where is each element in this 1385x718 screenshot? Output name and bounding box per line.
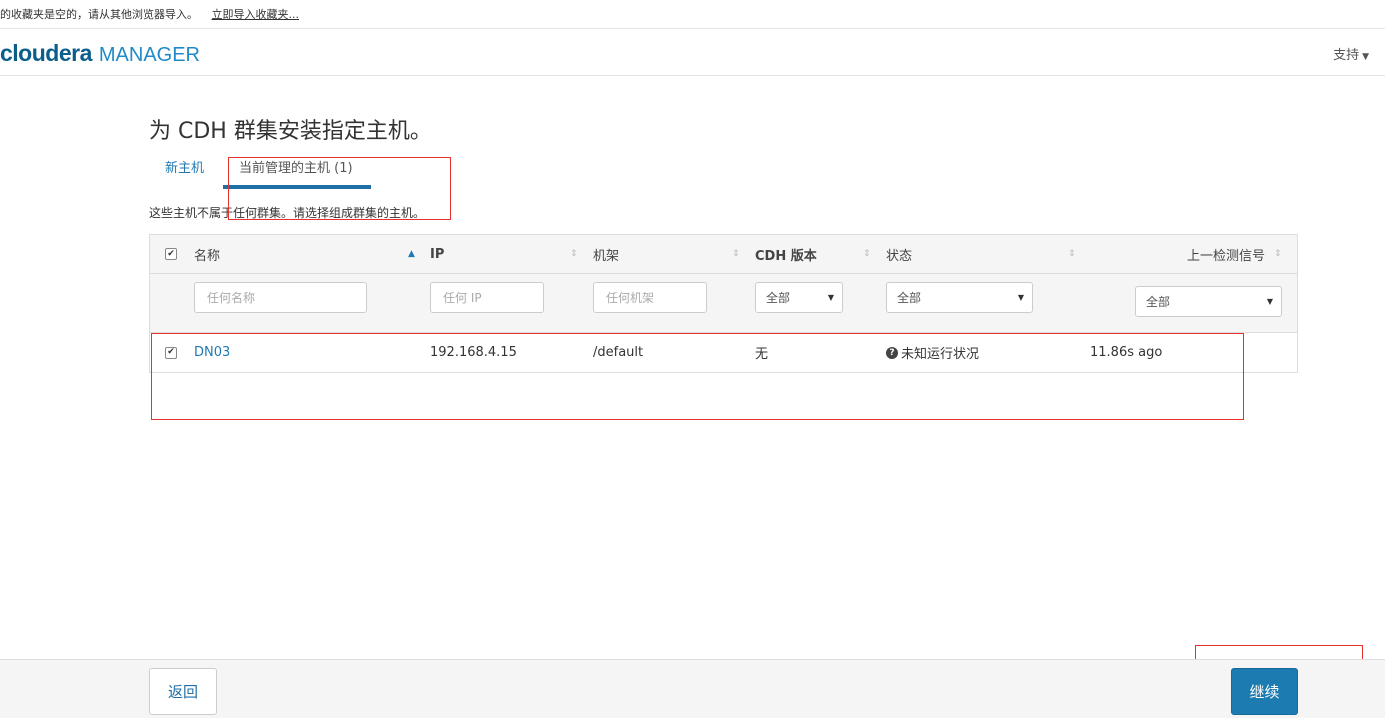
table-header: ✔ 名称 ▲ IP ⇕ 机架 ⇕ CDH 版本 ⇕ 状态 ⇕ 上一检测信号 ⇕	[150, 235, 1297, 274]
host-rack: /default	[593, 345, 644, 360]
host-ip: 192.168.4.15	[430, 345, 517, 360]
status-filter-value: 全部	[897, 291, 922, 305]
name-filter-input[interactable]: 任何名称	[194, 282, 367, 313]
row-select-cell: ✔	[165, 333, 177, 372]
last-heartbeat-filter-value: 全部	[1146, 295, 1171, 309]
host-cdh-version: 无	[755, 347, 769, 362]
support-label: 支持	[1333, 48, 1360, 63]
sort-icon[interactable]: ⇕	[863, 249, 871, 259]
host-status: ? 未知运行状况	[886, 333, 979, 372]
support-menu[interactable]: 支持 ▼	[1333, 44, 1369, 63]
cloudera-manager-logo[interactable]: cloudera MANAGER	[0, 40, 200, 68]
sort-icon[interactable]: ⇕	[1068, 249, 1076, 259]
hosts-table: ✔ 名称 ▲ IP ⇕ 机架 ⇕ CDH 版本 ⇕ 状态 ⇕ 上一检测信号 ⇕ …	[149, 234, 1298, 373]
app-header: cloudera MANAGER 支持 ▼	[0, 29, 1385, 76]
import-bookmarks-link[interactable]: 立即导入收藏夹...	[212, 8, 300, 21]
back-button[interactable]: 返回	[149, 668, 217, 715]
bookmark-empty-message: 的收藏夹是空的，请从其他浏览器导入。	[0, 8, 198, 21]
bookmark-bar: 的收藏夹是空的，请从其他浏览器导入。 立即导入收藏夹...	[0, 0, 1385, 29]
column-header-ip[interactable]: IP	[430, 235, 444, 273]
rack-filter-input[interactable]: 任何机架	[593, 282, 707, 313]
host-name-link[interactable]: DN03	[194, 333, 230, 372]
logo-manager-text: MANAGER	[98, 44, 200, 66]
caret-down-icon: ▼	[1362, 52, 1369, 62]
last-heartbeat-filter-select[interactable]: 全部 ▼	[1135, 286, 1282, 317]
dropdown-arrow-icon: ▼	[1017, 293, 1024, 302]
tab-new-hosts[interactable]: 新主机	[165, 156, 204, 182]
host-last-heartbeat: 11.86s ago	[1090, 345, 1163, 360]
page-title: 为 CDH 群集安装指定主机。	[149, 119, 432, 144]
column-header-name[interactable]: 名称	[194, 235, 220, 273]
select-all-cell: ✔	[165, 235, 177, 273]
row-checkbox[interactable]: ✔	[165, 346, 177, 359]
sort-asc-icon[interactable]: ▲	[408, 249, 415, 259]
sort-icon[interactable]: ⇕	[570, 249, 578, 259]
question-circle-icon: ?	[886, 346, 898, 359]
continue-button[interactable]: 继续	[1231, 668, 1298, 715]
logo-cloudera-text: cloudera	[0, 40, 92, 66]
status-filter-select[interactable]: 全部 ▼	[886, 282, 1033, 313]
hosts-description: 这些主机不属于任何群集。请选择组成群集的主机。	[149, 206, 426, 220]
ip-filter-input[interactable]: 任何 IP	[430, 282, 544, 313]
dropdown-arrow-icon: ▼	[1266, 297, 1273, 306]
column-header-status[interactable]: 状态	[886, 235, 912, 273]
cdh-version-filter-value: 全部	[766, 291, 791, 305]
tab-currently-managed-hosts[interactable]: 当前管理的主机 (1)	[223, 156, 371, 189]
table-filter-row: 任何名称 任何 IP 任何机架 全部 ▼ 全部 ▼ 全部 ▼	[150, 274, 1297, 333]
select-all-checkbox[interactable]: ✔	[165, 248, 177, 260]
column-header-cdh-version[interactable]: CDH 版本	[755, 235, 817, 273]
dropdown-arrow-icon: ▼	[827, 293, 834, 302]
host-status-text: 未知运行状况	[901, 347, 980, 362]
sort-icon[interactable]: ⇕	[1274, 249, 1282, 259]
table-row: ✔ DN03 192.168.4.15 /default 无 ? 未知运行状况 …	[150, 333, 1297, 372]
cdh-version-filter-select[interactable]: 全部 ▼	[755, 282, 843, 313]
wizard-footer: 返回 继续	[0, 659, 1385, 718]
column-header-last-heartbeat[interactable]: 上一检测信号	[1187, 235, 1265, 273]
sort-icon[interactable]: ⇕	[732, 249, 740, 259]
column-header-rack[interactable]: 机架	[593, 235, 619, 273]
